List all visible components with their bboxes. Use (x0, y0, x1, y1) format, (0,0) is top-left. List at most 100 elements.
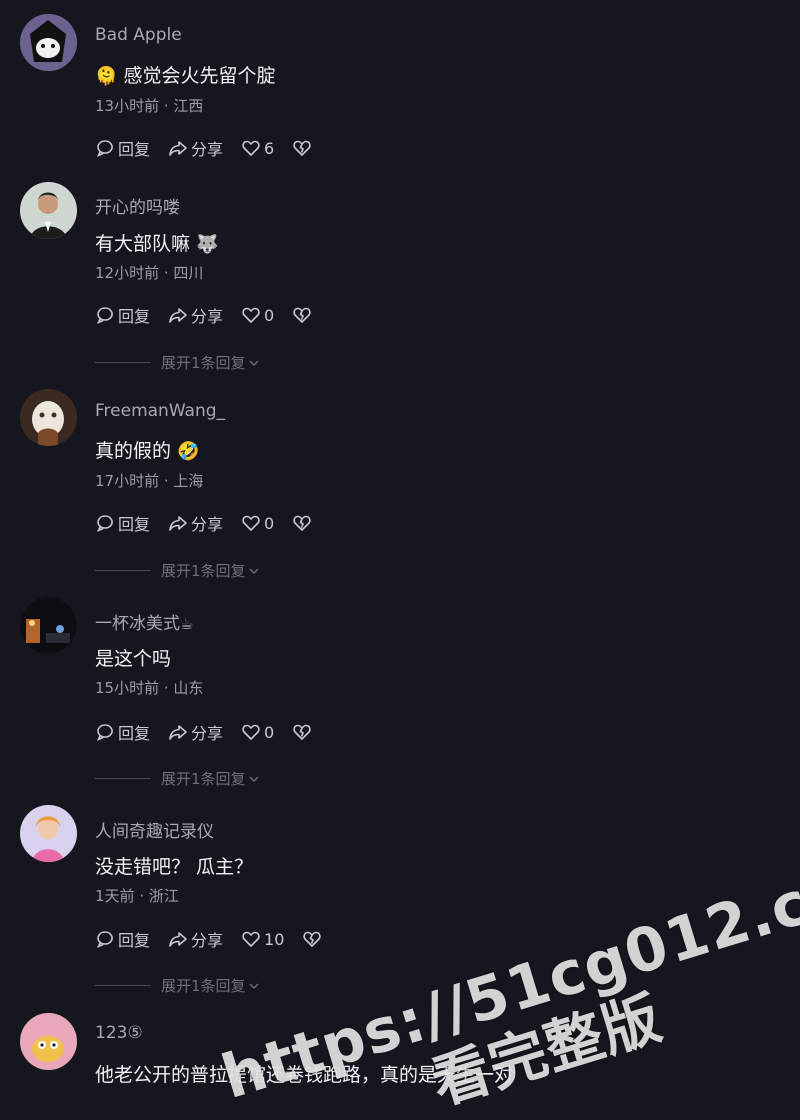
reply-label: 回复 (118, 307, 151, 326)
like-count: 0 (264, 513, 275, 533)
expand-replies-button[interactable]: 展开1条回复 (95, 975, 260, 996)
share-label: 分享 (191, 931, 224, 950)
share-label: 分享 (191, 307, 224, 326)
location: 四川 (173, 264, 204, 282)
reply-label: 回复 (118, 931, 151, 950)
comment-body: 有大部队嘛 (95, 233, 191, 255)
location: 山东 (173, 679, 204, 697)
comment-text: 真的假的 🤣 (95, 436, 199, 463)
timestamp: 1天前 (95, 887, 135, 905)
reply-icon (96, 931, 113, 949)
chevron-down-icon (249, 983, 259, 989)
comment-actions: 回复 分享 6 (95, 136, 333, 160)
avatar[interactable] (20, 182, 77, 239)
chevron-down-icon (249, 776, 259, 782)
heart-icon (242, 515, 260, 532)
share-icon (169, 141, 187, 156)
comment-meta: 12小时前 · 四川 (95, 264, 204, 282)
timestamp: 13小时前 (95, 97, 160, 115)
comment-meta: 13小时前 · 江西 (95, 97, 204, 115)
chevron-down-icon (249, 568, 259, 574)
share-icon (169, 308, 187, 323)
share-label: 分享 (191, 724, 224, 743)
dislike-button[interactable] (292, 138, 315, 158)
reply-button[interactable]: 回复 (95, 303, 150, 327)
dislike-button[interactable] (292, 305, 315, 325)
comment-meta: 17小时前 · 上海 (95, 472, 204, 490)
expand-replies-button[interactable]: 展开1条回复 (95, 560, 260, 581)
comment-actions: 回复 分享 0 (95, 720, 333, 744)
share-icon (169, 725, 187, 740)
comment-text: 没走错吧？ 瓜主？ (95, 852, 253, 879)
comment-actions: 回复 分享 10 (95, 927, 343, 951)
reply-button[interactable]: 回复 (95, 927, 150, 951)
expand-replies-button[interactable]: 展开1条回复 (95, 768, 260, 789)
emoji-icon: 🐺 (196, 234, 219, 255)
expand-label: 展开1条回复 (161, 770, 246, 788)
broken-heart-icon (293, 140, 311, 157)
reply-button[interactable]: 回复 (95, 720, 150, 744)
like-button[interactable]: 10 (241, 929, 284, 949)
heart-icon (242, 307, 260, 324)
share-button[interactable]: 分享 (168, 303, 223, 327)
comment-text: 有大部队嘛 🐺 (95, 229, 218, 256)
dislike-button[interactable] (302, 929, 325, 949)
username[interactable]: 123⑤ (95, 1023, 143, 1043)
comment-text: 是这个吗 (95, 644, 171, 671)
share-label: 分享 (191, 140, 224, 159)
divider (95, 778, 151, 779)
avatar[interactable] (20, 597, 77, 654)
username[interactable]: Bad Apple (95, 25, 182, 45)
reply-icon (96, 307, 113, 325)
username[interactable]: 一杯冰美式☕ (95, 609, 193, 634)
avatar[interactable] (20, 389, 77, 446)
location: 上海 (173, 472, 204, 490)
dislike-button[interactable] (292, 722, 315, 742)
location: 江西 (173, 97, 204, 115)
divider (95, 362, 151, 363)
broken-heart-icon (293, 307, 311, 324)
emoji-icon: 🫠 (95, 66, 118, 87)
dislike-button[interactable] (292, 513, 315, 533)
username[interactable]: 开心的吗喽 (95, 193, 180, 218)
reply-button[interactable]: 回复 (95, 136, 150, 160)
comment-body: 感觉会火先留个腚 (123, 65, 276, 87)
expand-replies-button[interactable]: 展开1条回复 (95, 352, 260, 373)
like-button[interactable]: 6 (241, 138, 274, 158)
like-count: 0 (264, 305, 275, 325)
username[interactable]: FreemanWang_ (95, 401, 225, 421)
comment-actions: 回复 分享 0 (95, 303, 333, 327)
reply-button[interactable]: 回复 (95, 511, 150, 535)
timestamp: 12小时前 (95, 264, 160, 282)
like-button[interactable]: 0 (241, 305, 274, 325)
comment-body: 是这个吗 (95, 648, 172, 670)
comment-body: 真的假的 (95, 440, 172, 462)
like-count: 6 (264, 138, 275, 158)
share-button[interactable]: 分享 (168, 720, 223, 744)
comment-meta: 1天前 · 浙江 (95, 887, 179, 905)
username[interactable]: 人间奇趣记录仪 (95, 817, 214, 842)
username-text: 一杯冰美式 (95, 614, 180, 634)
broken-heart-icon (293, 515, 311, 532)
share-button[interactable]: 分享 (168, 511, 223, 535)
expand-label: 展开1条回复 (161, 562, 246, 580)
location: 浙江 (148, 887, 179, 905)
chevron-down-icon (249, 360, 259, 366)
reply-icon (96, 140, 113, 158)
avatar[interactable] (20, 1013, 77, 1070)
share-icon (169, 516, 187, 531)
reply-icon (96, 724, 113, 742)
broken-heart-icon (293, 724, 311, 741)
coffee-icon: ☕ (180, 615, 194, 633)
like-button[interactable]: 0 (241, 722, 274, 742)
avatar[interactable] (20, 14, 77, 71)
heart-icon (242, 140, 260, 157)
expand-label: 展开1条回复 (161, 354, 246, 372)
like-count: 0 (264, 722, 275, 742)
share-button[interactable]: 分享 (168, 136, 223, 160)
timestamp: 15小时前 (95, 679, 160, 697)
like-button[interactable]: 0 (241, 513, 274, 533)
share-button[interactable]: 分享 (168, 927, 223, 951)
reply-label: 回复 (118, 515, 151, 534)
avatar[interactable] (20, 805, 77, 862)
